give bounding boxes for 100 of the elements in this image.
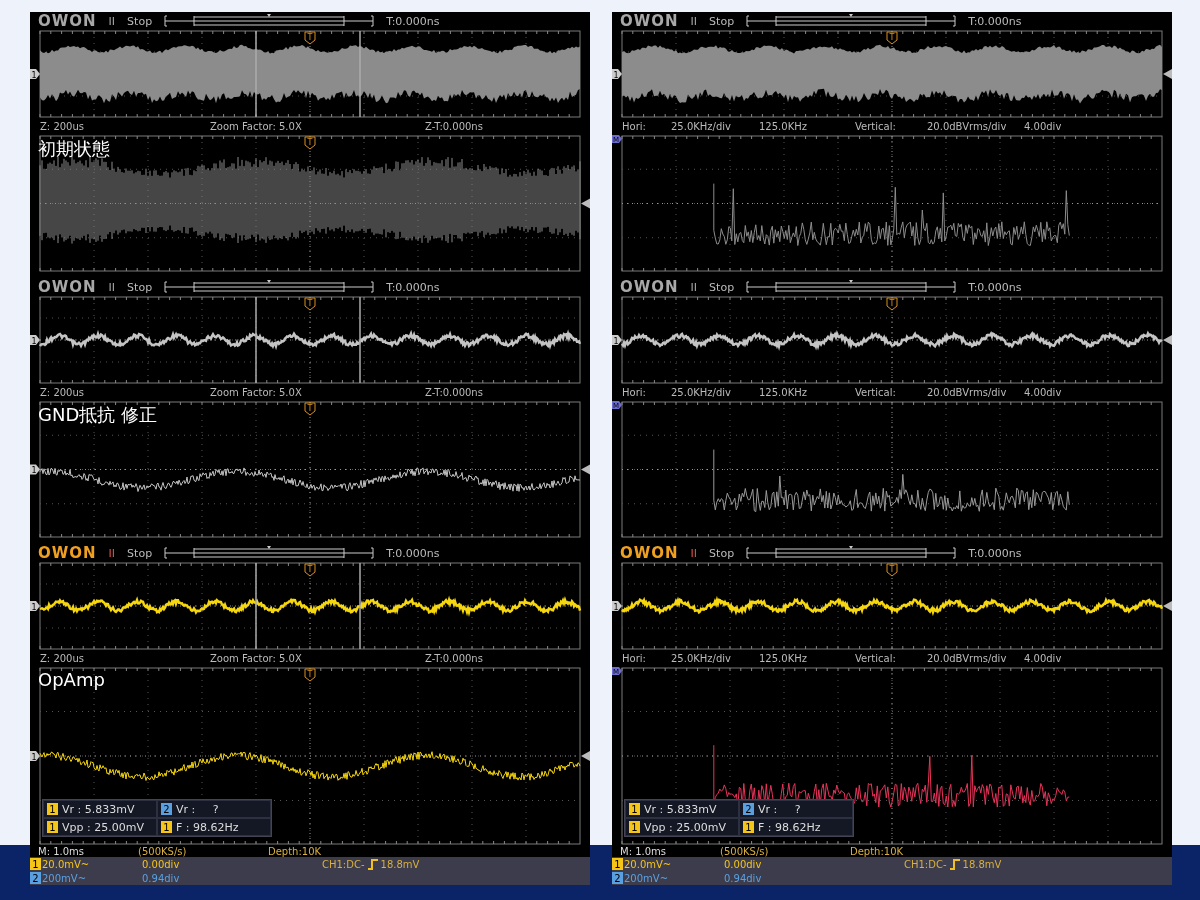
caption: OpAmp xyxy=(38,669,105,690)
run-state-icon: II xyxy=(108,280,116,294)
info-label: Hori: xyxy=(622,121,647,132)
brand-logo: OWON xyxy=(620,278,679,296)
measurement-value: Vr : 5.833mV xyxy=(644,802,717,816)
channel-offset: 0.94div xyxy=(142,872,181,884)
channel-badge: 1 xyxy=(629,821,640,833)
channel-marker-icon: 1 xyxy=(30,69,40,80)
measurement-value: Vpp : 25.00mV xyxy=(62,820,144,834)
level-arrow-icon xyxy=(581,198,590,209)
trigger-marker-icon: T xyxy=(304,402,316,416)
status-label: Stop xyxy=(127,280,153,294)
brand-logo: OWON xyxy=(620,12,679,30)
channel-scale: 200mV~ xyxy=(624,872,670,884)
trigger-marker-icon: T xyxy=(304,668,316,682)
info-label: Vertical: xyxy=(855,121,897,132)
info-label: 25.0KHz/div xyxy=(671,653,732,664)
info-label: 125.0KHz xyxy=(759,387,808,398)
run-state-icon: II xyxy=(108,14,116,28)
trigger-marker-icon: T xyxy=(886,563,898,577)
trigger-time: T:0.000ns xyxy=(968,546,1022,560)
status-label: Stop xyxy=(709,280,735,294)
channel-marker-icon: 1 xyxy=(612,69,622,80)
info-label: Z-T:0.000ns xyxy=(425,653,484,664)
level-arrow-icon xyxy=(1163,69,1172,79)
channel-badge: 1 xyxy=(30,858,41,870)
info-label: Vertical: xyxy=(855,387,897,398)
info-label: 125.0KHz xyxy=(759,653,808,664)
level-arrow-icon xyxy=(581,464,590,475)
channel-badge: 1 xyxy=(612,858,623,870)
info-label: 4.00div xyxy=(1024,121,1063,132)
channel-marker-icon: 1 xyxy=(30,751,40,762)
level-arrow-icon xyxy=(581,751,590,761)
brand-logo: OWON xyxy=(38,12,97,30)
measurement-value: Vr : ? xyxy=(758,802,801,816)
trigger-marker-icon: T xyxy=(304,563,316,577)
memory-depth: Depth:10K xyxy=(268,845,323,857)
info-label: Z-T:0.000ns xyxy=(425,121,484,132)
trigger-time: T:0.000ns xyxy=(968,14,1022,28)
memory-depth: Depth:10K xyxy=(850,845,905,857)
info-label: Vertical: xyxy=(855,653,897,664)
info-label: Zoom Factor: 5.0X xyxy=(210,121,303,132)
info-label: Z-T:0.000ns xyxy=(425,387,484,398)
channel-badge: 2 xyxy=(612,872,623,884)
measurement-value: Vr : ? xyxy=(176,802,219,816)
info-label: Z: 200us xyxy=(40,653,86,664)
status-label: Stop xyxy=(127,14,153,28)
channel-scale: 200mV~ xyxy=(42,872,88,884)
timebase-label: M: 1.0ms xyxy=(620,845,668,857)
rising-edge-icon xyxy=(367,858,378,870)
channel-scale: 20.0mV~ xyxy=(42,858,91,870)
measurement-value: Vr : 5.833mV xyxy=(62,802,135,816)
trigger-marker-icon: T xyxy=(304,31,316,45)
channel-badge: 2 xyxy=(161,803,172,815)
trigger-marker-icon: T xyxy=(886,31,898,45)
brand-logo: OWON xyxy=(38,544,97,562)
info-label: 25.0KHz/div xyxy=(671,121,732,132)
info-label: 20.0dBVrms/div xyxy=(927,653,1008,664)
channel-marker-icon: 1 xyxy=(612,601,622,612)
channel-badge: 2 xyxy=(743,803,754,815)
trigger-source: CH1:DC- xyxy=(904,858,947,870)
status-label: Stop xyxy=(709,14,735,28)
run-state-icon: II xyxy=(690,14,698,28)
trigger-marker-icon: T xyxy=(304,136,316,150)
level-arrow-icon xyxy=(1163,335,1172,345)
info-label: 25.0KHz/div xyxy=(671,387,732,398)
caption: GND抵抗 修正 xyxy=(38,403,157,427)
status-label: Stop xyxy=(127,546,153,560)
info-label: 4.00div xyxy=(1024,387,1063,398)
channel-offset: 0.00div xyxy=(142,858,181,870)
timebase-label: M: 1.0ms xyxy=(38,845,86,857)
trigger-marker-icon: T xyxy=(886,297,898,311)
channel-badge: 1 xyxy=(47,803,58,815)
info-label: 20.0dBVrms/div xyxy=(927,121,1008,132)
run-state-icon: II xyxy=(690,280,698,294)
trigger-level: 18.8mV xyxy=(962,858,1002,870)
sample-rate: (500KS/s) xyxy=(138,845,188,857)
trigger-time: T:0.000ns xyxy=(386,14,440,28)
info-label: 4.00div xyxy=(1024,653,1063,664)
trigger-time: T:0.000ns xyxy=(386,280,440,294)
measurement-value: F : 98.62Hz xyxy=(758,820,821,834)
channel-offset: 0.00div xyxy=(724,858,763,870)
trigger-level: 18.8mV xyxy=(380,858,420,870)
info-label: Z: 200us xyxy=(40,387,86,398)
trigger-time: T:0.000ns xyxy=(968,280,1022,294)
caption: 初期状態 xyxy=(38,137,110,161)
rising-edge-icon xyxy=(949,858,960,870)
info-label: Zoom Factor: 5.0X xyxy=(210,653,303,664)
channel-marker-icon: 1 xyxy=(30,464,40,475)
measurement-value: Vpp : 25.00mV xyxy=(644,820,726,834)
status-label: Stop xyxy=(709,546,735,560)
trigger-time: T:0.000ns xyxy=(386,546,440,560)
channel-marker-icon: 1 xyxy=(30,335,40,346)
channel-marker-icon: 1 xyxy=(612,335,622,346)
run-state-icon: II xyxy=(108,546,116,560)
channel-badge: 1 xyxy=(47,821,58,833)
info-label: 125.0KHz xyxy=(759,121,808,132)
trigger-marker-icon: T xyxy=(304,297,316,311)
channel-scale: 20.0mV~ xyxy=(624,858,673,870)
channel-badge: 1 xyxy=(743,821,754,833)
